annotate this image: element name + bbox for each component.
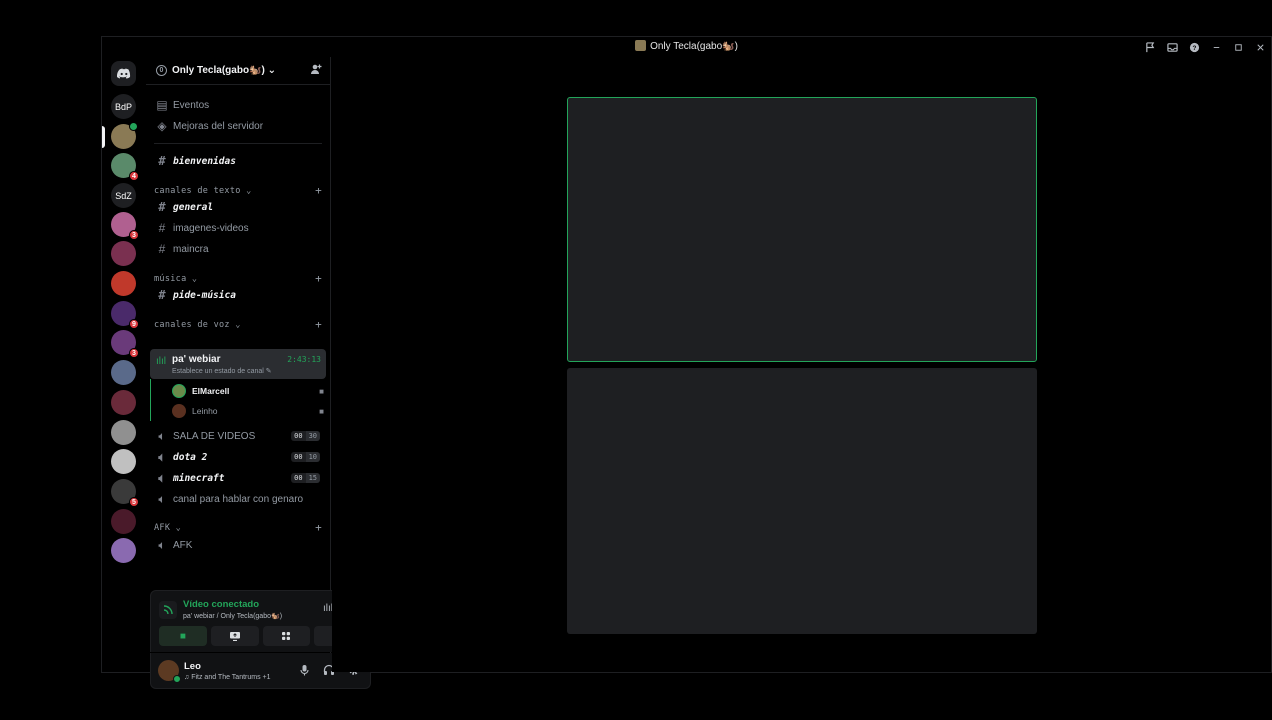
server-name: Only Tecla(gabo🐿️) ⌄: [172, 65, 277, 76]
help-icon[interactable]: ?: [1183, 37, 1205, 57]
voice-channel-genaro[interactable]: 🔈︎ canal para hablar con genaro: [150, 491, 326, 507]
server-icon[interactable]: 5: [111, 479, 139, 507]
speaker-icon: 🔈︎: [158, 491, 166, 506]
online-status-indicator: [173, 675, 181, 683]
voice-channel-afk[interactable]: 🔈︎ AFK: [150, 537, 326, 553]
add-channel-icon[interactable]: +: [315, 184, 322, 197]
server-icon[interactable]: 4: [111, 153, 139, 181]
voice-connection-line: [150, 379, 151, 421]
user-activity: ♫ Fitz and The Tantrums +1: [184, 674, 271, 681]
channel-bienvenidas[interactable]: # bienvenidas: [150, 153, 326, 169]
category-text-channels[interactable]: canales de texto ⌄ +: [154, 184, 322, 197]
voice-user[interactable]: ElMarcell ■: [172, 382, 324, 400]
minimize-button[interactable]: [1205, 37, 1227, 57]
user-limit-badge: 00 10: [291, 452, 320, 462]
voice-user[interactable]: Leinho ■: [172, 402, 324, 420]
server-icon[interactable]: [111, 360, 136, 385]
channel-status[interactable]: Establece un estado de canal ✎: [172, 367, 272, 375]
channel-maincra[interactable]: # maincra: [150, 241, 326, 257]
server-icon[interactable]: [111, 509, 136, 534]
inbox-icon[interactable]: [1161, 37, 1183, 57]
server-icon[interactable]: [111, 390, 136, 415]
music-note-icon: ♫: [184, 674, 190, 681]
server-icon[interactable]: [111, 420, 136, 445]
mention-badge: 9: [129, 319, 139, 329]
divider: [154, 143, 322, 144]
activities-button[interactable]: [262, 626, 311, 646]
hashtag-icon: #: [158, 242, 166, 256]
mention-badge: 5: [129, 497, 139, 507]
microphone-icon[interactable]: [299, 664, 310, 679]
server-icon[interactable]: [111, 449, 136, 474]
channel-pide-musica[interactable]: # pide-música: [150, 287, 326, 303]
server-icon[interactable]: [111, 538, 136, 563]
server-mini-icon: [635, 40, 647, 51]
category-voice-channels[interactable]: canales de voz ⌄ +: [154, 318, 322, 331]
add-member-icon[interactable]: [310, 63, 322, 78]
add-channel-icon[interactable]: +: [315, 521, 322, 534]
server-icon-sdz[interactable]: SdZ: [111, 183, 136, 208]
channel-imagenes-videos[interactable]: # imagenes-videos: [150, 220, 326, 236]
camera-icon: ■: [319, 386, 324, 396]
server-icon[interactable]: [111, 271, 136, 296]
maximize-button[interactable]: [1227, 37, 1249, 57]
discord-window: Only Tecla(gabo🐿️) ? BdP 4 SdZ 3 9 3 5 0 Only …: [101, 36, 1272, 689]
hashtag-icon: #: [158, 288, 166, 302]
mention-badge: 3: [129, 348, 139, 358]
hashtag-icon: #: [158, 154, 166, 168]
events-item[interactable]: ▤ Eventos: [150, 97, 326, 113]
video-tile-speaking[interactable]: [567, 97, 1037, 362]
server-icon[interactable]: [111, 241, 136, 266]
server-rail: BdP 4 SdZ 3 9 3 5: [102, 57, 146, 672]
server-icon[interactable]: 3: [111, 330, 139, 358]
window-title: Only Tecla(gabo🐿️): [102, 40, 1271, 52]
voice-channel-dota-2[interactable]: 🔈︎ dota 2 00 10: [150, 449, 326, 465]
status-indicator: [129, 122, 138, 131]
mention-badge: 4: [129, 171, 139, 181]
hashtag-icon: #: [158, 221, 166, 235]
category-afk[interactable]: AFK ⌄ +: [154, 521, 322, 534]
category-musica[interactable]: música ⌄ +: [154, 272, 322, 285]
avatar: [172, 404, 186, 418]
add-channel-icon[interactable]: +: [315, 272, 322, 285]
channel-sidebar: 0 Only Tecla(gabo🐿️) ⌄ ▤ Eventos ◈ Mejoras…: [146, 57, 371, 689]
server-icon[interactable]: 3: [111, 212, 139, 240]
flag-icon[interactable]: [1139, 37, 1161, 57]
calendar-icon: ▤: [156, 98, 168, 112]
speaker-icon: 🔈︎: [158, 449, 166, 464]
server-boosts-item[interactable]: ◈ Mejoras del servidor: [150, 118, 326, 134]
close-button[interactable]: [1249, 37, 1271, 57]
speaker-icon: 🔈︎: [158, 470, 166, 485]
speaker-icon: 🔈︎: [158, 537, 166, 552]
add-channel-icon[interactable]: +: [315, 318, 322, 331]
active-server-pill: [102, 126, 105, 148]
server-icon[interactable]: 9: [111, 301, 139, 329]
voice-channel-minecraft[interactable]: 🔈︎ minecraft 00 15: [150, 470, 326, 486]
voice-channel-sala-de-videos[interactable]: 🔈︎ SALA DE VIDEOS 00 30: [150, 428, 326, 444]
call-timer: 2:43:13: [287, 355, 321, 364]
camera-icon: ■: [319, 406, 324, 416]
video-call-area: [332, 57, 1271, 672]
server-icon-bdp[interactable]: BdP: [111, 94, 136, 119]
title-bar: Only Tecla(gabo🐿️) ?: [102, 37, 1271, 57]
mention-badge: 3: [129, 230, 139, 240]
user-limit-badge: 00 30: [291, 431, 320, 441]
video-tile[interactable]: [567, 368, 1037, 634]
voice-activity-icon: ılıl: [156, 356, 166, 367]
user-limit-badge: 00 15: [291, 473, 320, 483]
boost-gem-icon: ◈: [157, 119, 167, 133]
speaker-icon: 🔈︎: [158, 428, 166, 443]
server-header[interactable]: 0 Only Tecla(gabo🐿️) ⌄: [146, 57, 330, 85]
active-voice-channel[interactable]: ılıl pa' webiar Establece un estado de c…: [150, 349, 326, 379]
server-icon[interactable]: [111, 122, 138, 149]
signal-icon[interactable]: [159, 601, 177, 619]
screen-share-button[interactable]: [210, 626, 259, 646]
camera-button[interactable]: ■: [159, 626, 207, 646]
hashtag-icon: #: [158, 200, 166, 214]
discord-home-icon[interactable]: [111, 61, 136, 86]
channel-general[interactable]: # general: [150, 199, 326, 215]
boost-level-icon: 0: [156, 65, 167, 76]
avatar: [172, 384, 186, 398]
svg-text:?: ?: [1192, 44, 1196, 51]
